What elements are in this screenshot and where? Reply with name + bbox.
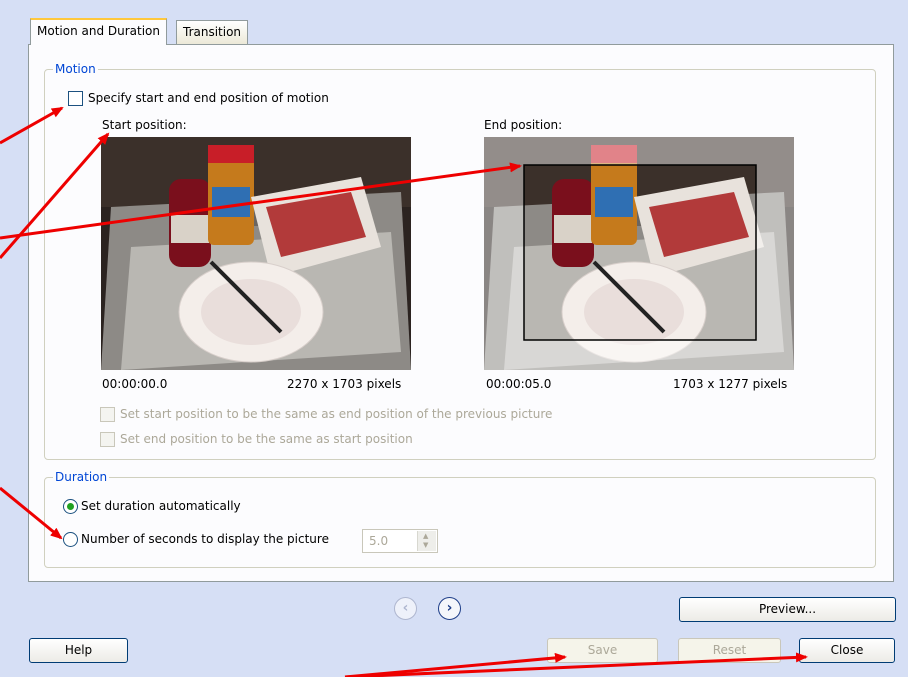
start-size: 2270 x 1703 pixels — [287, 377, 402, 391]
specify-motion-label: Specify start and end position of motion — [88, 91, 329, 105]
same-as-start-label: Set end position to be the same as start… — [120, 432, 413, 446]
specify-motion-checkbox[interactable] — [68, 91, 83, 106]
tab-label: Motion and Duration — [37, 24, 161, 38]
duration-seconds-radio[interactable] — [63, 532, 78, 547]
seconds-spinbox[interactable]: 5.0 ▲ ▼ — [362, 529, 438, 553]
duration-seconds-label: Number of seconds to display the picture — [81, 532, 329, 546]
close-button[interactable]: Close — [799, 638, 895, 663]
spinner-up-icon[interactable]: ▲ — [423, 532, 428, 540]
end-position-label: End position: — [484, 118, 563, 132]
left-arrow-icon: ‹ — [402, 600, 409, 616]
end-photo-graphic — [484, 137, 794, 370]
start-position-label: Start position: — [102, 118, 187, 132]
spinner-buttons[interactable]: ▲ ▼ — [417, 531, 436, 551]
duration-group: Duration — [44, 470, 876, 568]
save-button[interactable]: Save — [547, 638, 658, 663]
reset-button[interactable]: Reset — [678, 638, 781, 663]
start-photo-graphic — [101, 137, 411, 370]
tab-label: Transition — [183, 25, 242, 39]
next-picture-button[interactable]: › — [438, 597, 461, 620]
arrow-to-save — [344, 652, 567, 677]
end-size: 1703 x 1277 pixels — [673, 377, 788, 391]
same-as-previous-checkbox[interactable] — [100, 407, 115, 422]
preview-button[interactable]: Preview... — [679, 597, 896, 622]
same-as-previous-label: Set start position to be the same as end… — [120, 407, 553, 421]
start-time: 00:00:00.0 — [102, 377, 168, 391]
start-position-image[interactable] — [101, 137, 411, 370]
seconds-value: 5.0 — [369, 534, 389, 548]
previous-picture-button[interactable]: ‹ — [394, 597, 417, 620]
spinner-down-icon[interactable]: ▼ — [423, 541, 428, 549]
radio-selected-dot — [67, 503, 74, 510]
duration-legend: Duration — [55, 470, 108, 484]
end-position-image[interactable] — [484, 137, 794, 370]
end-time: 00:00:05.0 — [486, 377, 552, 391]
same-as-start-checkbox[interactable] — [100, 432, 115, 447]
right-arrow-icon: › — [446, 600, 453, 616]
duration-auto-label: Set duration automatically — [81, 499, 241, 513]
help-button[interactable]: Help — [29, 638, 128, 663]
motion-legend: Motion — [55, 62, 96, 76]
duration-auto-radio[interactable] — [63, 499, 78, 514]
tab-transition[interactable]: Transition — [176, 20, 249, 44]
tab-motion-and-duration[interactable]: Motion and Duration — [30, 18, 168, 45]
